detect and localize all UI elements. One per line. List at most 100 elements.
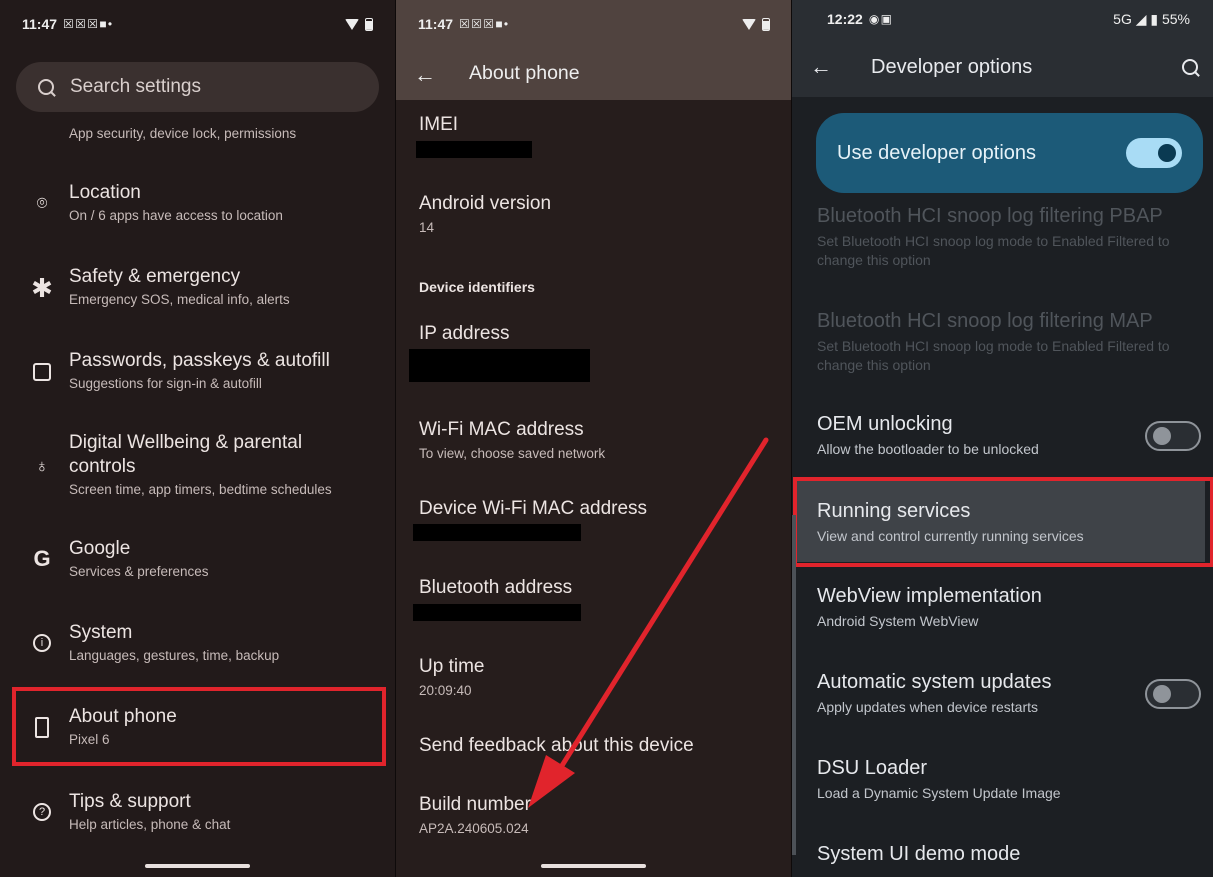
row-build-number[interactable]: Build number AP2A.240605.024 — [419, 794, 531, 836]
status-time: 11:47 — [22, 16, 58, 32]
auto-updates-toggle[interactable] — [1145, 679, 1201, 709]
row-feedback[interactable]: Send feedback about this device — [419, 735, 694, 757]
scrollbar[interactable] — [792, 515, 796, 855]
settings-item-tips[interactable]: Tips & support Help articles, phone & ch… — [69, 790, 385, 832]
row-value: To view, choose saved network — [419, 446, 606, 461]
item-title: Passwords, passkeys & autofill — [69, 350, 330, 371]
notification-icons: ☒ ☒ ☒ ■ • — [63, 17, 112, 31]
row-bluetooth[interactable]: Bluetooth address — [419, 577, 572, 599]
search-placeholder: Search settings — [70, 76, 201, 97]
item-title: Bluetooth HCI snoop log filtering MAP — [817, 310, 1153, 332]
item-subtitle: Screen time, app timers, bedtime schedul… — [69, 482, 332, 497]
item-title: Google — [69, 538, 131, 559]
row-title: Wi-Fi MAC address — [419, 419, 584, 440]
developer-options-panel: ← Developer options 12:22 ◉ ▣ 5G ◢ ▮ 55%… — [791, 0, 1213, 877]
back-arrow-icon[interactable]: ← — [810, 54, 832, 80]
use-developer-options-switch[interactable]: Use developer options — [816, 113, 1203, 193]
item-subtitle: Apply updates when device restarts — [817, 699, 1039, 715]
about-phone-highlight — [12, 687, 386, 766]
row-device-wifi-mac[interactable]: Device Wi-Fi MAC address — [419, 498, 647, 520]
location-pin-icon: ⌾ — [36, 192, 48, 213]
row-title: Up time — [419, 656, 485, 677]
redacted-value — [416, 141, 532, 158]
row-android-version[interactable]: Android version 14 — [419, 193, 551, 235]
status-time: 12:22 — [827, 11, 863, 27]
settings-item-wellbeing[interactable]: Digital Wellbeing & parental controls Sc… — [69, 431, 339, 497]
item-title: System — [69, 622, 133, 643]
settings-item-passwords[interactable]: Passwords, passkeys & autofill Suggestio… — [69, 349, 385, 391]
item-subtitle: Help articles, phone & chat — [69, 817, 231, 832]
status-bar: 11:47 ☒ ☒ ☒ ■ • — [22, 14, 373, 34]
search-icon[interactable] — [1182, 59, 1198, 75]
item-subtitle: Load a Dynamic System Update Image — [817, 785, 1061, 801]
battery-icon — [762, 17, 770, 31]
row-value: AP2A.240605.024 — [419, 821, 529, 836]
back-arrow-icon[interactable]: ← — [414, 62, 436, 88]
item-subtitle: Suggestions for sign-in & autofill — [69, 376, 262, 391]
redacted-value — [413, 604, 581, 621]
item-dsu-loader[interactable]: DSU Loader Load a Dynamic System Update … — [817, 757, 1200, 803]
settings-item-system[interactable]: System Languages, gestures, time, backup — [69, 621, 385, 663]
item-webview[interactable]: WebView implementation Android System We… — [817, 585, 1200, 631]
row-title: Build number — [419, 794, 531, 815]
row-uptime[interactable]: Up time 20:09:40 — [419, 656, 484, 698]
row-title: Android version — [419, 193, 552, 214]
info-icon: i — [30, 631, 54, 655]
row-title: Device Wi-Fi MAC address — [419, 498, 648, 519]
item-demo-mode[interactable]: System UI demo mode — [817, 843, 1200, 866]
running-services-highlight — [793, 477, 1213, 567]
item-title: Location — [69, 182, 141, 203]
search-settings-bar[interactable]: Search settings — [16, 62, 379, 112]
wellbeing-icon: ♁ — [35, 455, 49, 476]
row-title: IMEI — [419, 114, 459, 135]
settings-item-location[interactable]: Location On / 6 apps have access to loca… — [69, 181, 385, 223]
item-title: OEM unlocking — [817, 413, 953, 435]
settings-item-google[interactable]: Google Services & preferences — [69, 537, 385, 579]
item-auto-updates[interactable]: Automatic system updates Apply updates w… — [817, 671, 1200, 717]
notification-icons: ☒ ☒ ☒ ■ • — [459, 17, 508, 31]
oem-unlocking-toggle[interactable] — [1145, 421, 1201, 451]
home-indicator[interactable] — [145, 864, 250, 868]
row-title: IP address — [419, 323, 510, 344]
item-subtitle: On / 6 apps have access to location — [69, 208, 283, 223]
item-subtitle: Allow the bootloader to be unlocked — [817, 441, 1039, 457]
item-title: WebView implementation — [817, 585, 1042, 607]
row-imei[interactable]: IMEI — [419, 114, 458, 136]
item-subtitle: Emergency SOS, medical info, alerts — [69, 292, 290, 307]
redacted-value — [413, 524, 581, 541]
security-item-partial[interactable]: App security, device lock, permissions — [69, 123, 385, 141]
settings-item-safety[interactable]: Safety & emergency Emergency SOS, medica… — [69, 265, 385, 307]
wifi-icon — [345, 18, 359, 30]
status-time: 11:47 — [418, 16, 454, 32]
item-hci-map: Bluetooth HCI snoop log filtering MAP Se… — [817, 310, 1200, 375]
asterisk-icon: ✱ — [31, 272, 53, 303]
status-right: 5G ◢ ▮ 55% — [1113, 10, 1190, 27]
row-title: Bluetooth address — [419, 577, 573, 598]
battery-icon — [365, 17, 373, 31]
item-subtitle: Languages, gestures, time, backup — [69, 648, 280, 663]
master-label: Use developer options — [837, 142, 1037, 164]
master-toggle[interactable] — [1126, 138, 1182, 168]
item-subtitle: Services & preferences — [69, 564, 209, 579]
item-oem-unlocking[interactable]: OEM unlocking Allow the bootloader to be… — [817, 413, 1200, 459]
security-subtitle: App security, device lock, permissions — [69, 126, 297, 141]
item-subtitle: Set Bluetooth HCI snoop log mode to Enab… — [817, 233, 1170, 268]
settings-panel: 11:47 ☒ ☒ ☒ ■ • Search settings App secu… — [0, 0, 395, 877]
google-icon: G — [33, 546, 51, 571]
item-hci-pbap: Bluetooth HCI snoop log filtering PBAP S… — [817, 205, 1200, 270]
account-box-icon — [30, 360, 54, 384]
page-title: Developer options — [871, 56, 1033, 78]
row-ip[interactable]: IP address — [419, 323, 509, 345]
item-title: Safety & emergency — [69, 266, 241, 287]
item-subtitle: Set Bluetooth HCI snoop log mode to Enab… — [817, 338, 1170, 373]
home-indicator[interactable] — [541, 864, 646, 868]
toggle-knob — [1158, 144, 1176, 162]
item-title: DSU Loader — [817, 757, 928, 779]
item-title: Bluetooth HCI snoop log filtering PBAP — [817, 205, 1163, 227]
about-phone-panel: ← About phone 11:47 ☒ ☒ ☒ ■ • IMEI Andro… — [395, 0, 792, 877]
item-title: Tips & support — [69, 791, 191, 812]
item-subtitle: Android System WebView — [817, 613, 979, 629]
item-title: Digital Wellbeing & parental controls — [69, 432, 303, 477]
row-wifi-mac[interactable]: Wi-Fi MAC address To view, choose saved … — [419, 419, 605, 461]
status-bar: 12:22 ◉ ▣ 5G ◢ ▮ 55% — [827, 9, 1190, 29]
